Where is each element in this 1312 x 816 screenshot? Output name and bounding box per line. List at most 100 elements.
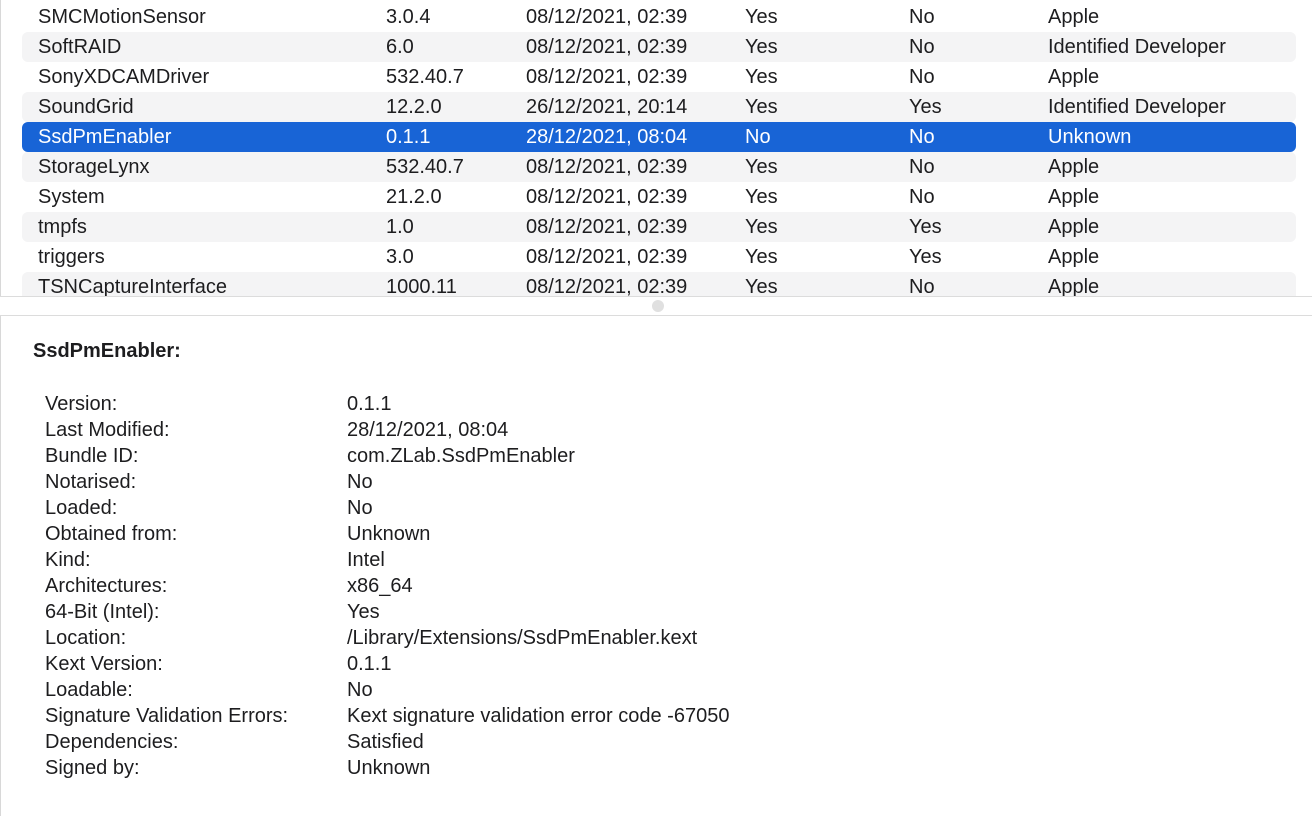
- detail-value: No: [347, 679, 373, 701]
- detail-value: com.ZLab.SsdPmEnabler: [347, 445, 575, 467]
- detail-key: Location:: [45, 627, 127, 649]
- detail-value: 0.1.1: [347, 653, 392, 675]
- cell-loaded: No: [909, 36, 935, 58]
- cell-loaded: No: [909, 276, 935, 296]
- detail-key: Loadable:: [45, 679, 133, 701]
- cell-last-modified: 08/12/2021, 02:39: [526, 156, 688, 178]
- detail-key: Architectures:: [45, 575, 168, 597]
- detail-key: Kext Version:: [45, 653, 163, 675]
- detail-key: Loaded:: [45, 497, 118, 519]
- cell-version: 532.40.7: [386, 66, 464, 88]
- table-row[interactable]: StorageLynx 532.40.7 08/12/2021, 02:39 Y…: [22, 152, 1296, 182]
- cell-version: 12.2.0: [386, 96, 442, 118]
- detail-key: Version:: [45, 393, 118, 415]
- detail-row-dependencies: Dependencies: Satisfied: [45, 729, 1245, 755]
- detail-value: 0.1.1: [347, 393, 392, 415]
- cell-loaded: No: [909, 66, 935, 88]
- detail-row-signature-errors: Signature Validation Errors: Kext signat…: [45, 703, 1245, 729]
- cell-version: 3.0: [386, 246, 414, 268]
- detail-key: Signature Validation Errors:: [45, 705, 289, 727]
- cell-name: SsdPmEnabler: [38, 126, 172, 148]
- cell-obtained-from: Apple: [1048, 246, 1100, 268]
- cell-obtained-from: Apple: [1048, 216, 1100, 238]
- cell-notarised: Yes: [745, 156, 778, 178]
- divider-line: [0, 296, 1312, 297]
- table-row-selected[interactable]: SsdPmEnabler 0.1.1 28/12/2021, 08:04 No …: [22, 122, 1296, 152]
- cell-obtained-from: Apple: [1048, 186, 1100, 208]
- detail-row-signed-by: Signed by: Unknown: [45, 755, 1245, 781]
- cell-loaded: Yes: [909, 216, 942, 238]
- cell-notarised: Yes: [745, 186, 778, 208]
- cell-loaded: No: [909, 186, 935, 208]
- detail-key: Bundle ID:: [45, 445, 139, 467]
- detail-pane: SsdPmEnabler: Version: 0.1.1 Last Modifi…: [0, 316, 1312, 816]
- table-row[interactable]: SoundGrid 12.2.0 26/12/2021, 20:14 Yes Y…: [22, 92, 1296, 122]
- detail-value: x86_64: [347, 575, 413, 597]
- detail-value: Intel: [347, 549, 385, 571]
- detail-value: Kext signature validation error code -67…: [347, 705, 730, 727]
- extensions-table[interactable]: SMCMotionSensor 3.0.4 08/12/2021, 02:39 …: [0, 0, 1312, 296]
- cell-loaded: No: [909, 156, 935, 178]
- table-row[interactable]: SoftRAID 6.0 08/12/2021, 02:39 Yes No Id…: [22, 32, 1296, 62]
- table-row[interactable]: System 21.2.0 08/12/2021, 02:39 Yes No A…: [22, 182, 1296, 212]
- cell-last-modified: 28/12/2021, 08:04: [526, 126, 688, 148]
- detail-key: Notarised:: [45, 471, 137, 493]
- cell-notarised: No: [745, 126, 771, 148]
- detail-row-loadable: Loadable: No: [45, 677, 1245, 703]
- detail-row-kind: Kind: Intel: [45, 547, 1245, 573]
- split-view-divider[interactable]: [0, 296, 1312, 316]
- cell-last-modified: 08/12/2021, 02:39: [526, 66, 688, 88]
- cell-loaded: No: [909, 126, 935, 148]
- system-information-window: SMCMotionSensor 3.0.4 08/12/2021, 02:39 …: [0, 0, 1312, 816]
- cell-last-modified: 08/12/2021, 02:39: [526, 216, 688, 238]
- cell-name: StorageLynx: [38, 156, 150, 178]
- cell-last-modified: 08/12/2021, 02:39: [526, 36, 688, 58]
- cell-obtained-from: Apple: [1048, 66, 1100, 88]
- detail-row-64-bit: 64-Bit (Intel): Yes: [45, 599, 1245, 625]
- cell-last-modified: 08/12/2021, 02:39: [526, 276, 688, 296]
- cell-obtained-from: Identified Developer: [1048, 96, 1226, 118]
- cell-name: SMCMotionSensor: [38, 6, 206, 28]
- cell-name: tmpfs: [38, 216, 87, 238]
- cell-last-modified: 08/12/2021, 02:39: [526, 186, 688, 208]
- cell-loaded: Yes: [909, 246, 942, 268]
- cell-last-modified: 08/12/2021, 02:39: [526, 246, 688, 268]
- detail-row-location: Location: /Library/Extensions/SsdPmEnabl…: [45, 625, 1245, 651]
- cell-obtained-from: Apple: [1048, 6, 1100, 28]
- table-row[interactable]: tmpfs 1.0 08/12/2021, 02:39 Yes Yes Appl…: [22, 212, 1296, 242]
- cell-obtained-from: Apple: [1048, 156, 1100, 178]
- cell-last-modified: 08/12/2021, 02:39: [526, 6, 688, 28]
- cell-version: 1000.11: [386, 276, 457, 296]
- cell-notarised: Yes: [745, 6, 778, 28]
- cell-version: 3.0.4: [386, 6, 431, 28]
- detail-row-obtained-from: Obtained from: Unknown: [45, 521, 1245, 547]
- cell-notarised: Yes: [745, 66, 778, 88]
- detail-row-version: Version: 0.1.1: [45, 391, 1245, 417]
- cell-loaded: Yes: [909, 96, 942, 118]
- detail-value: No: [347, 497, 373, 519]
- cell-obtained-from: Identified Developer: [1048, 36, 1226, 58]
- table-row[interactable]: SMCMotionSensor 3.0.4 08/12/2021, 02:39 …: [22, 2, 1296, 32]
- cell-version: 6.0: [386, 36, 414, 58]
- detail-value: /Library/Extensions/SsdPmEnabler.kext: [347, 627, 698, 649]
- cell-version: 1.0: [386, 216, 414, 238]
- cell-name: SonyXDCAMDriver: [38, 66, 210, 88]
- cell-name: SoundGrid: [38, 96, 134, 118]
- cell-loaded: No: [909, 6, 935, 28]
- cell-name: SoftRAID: [38, 36, 122, 58]
- divider-handle[interactable]: [652, 300, 664, 312]
- table-row[interactable]: TSNCaptureInterface 1000.11 08/12/2021, …: [22, 272, 1296, 296]
- cell-last-modified: 26/12/2021, 20:14: [526, 96, 688, 118]
- detail-value: Unknown: [347, 757, 431, 779]
- table-row[interactable]: SonyXDCAMDriver 532.40.7 08/12/2021, 02:…: [22, 62, 1296, 92]
- detail-title: SsdPmEnabler:: [33, 340, 181, 362]
- cell-version: 21.2.0: [386, 186, 442, 208]
- detail-value: Satisfied: [347, 731, 424, 753]
- detail-row-notarised: Notarised: No: [45, 469, 1245, 495]
- cell-obtained-from: Unknown: [1048, 126, 1132, 148]
- detail-row-kext-version: Kext Version: 0.1.1: [45, 651, 1245, 677]
- detail-row-last-modified: Last Modified: 28/12/2021, 08:04: [45, 417, 1245, 443]
- cell-notarised: Yes: [745, 246, 778, 268]
- detail-key: Last Modified:: [45, 419, 170, 441]
- table-row[interactable]: triggers 3.0 08/12/2021, 02:39 Yes Yes A…: [22, 242, 1296, 272]
